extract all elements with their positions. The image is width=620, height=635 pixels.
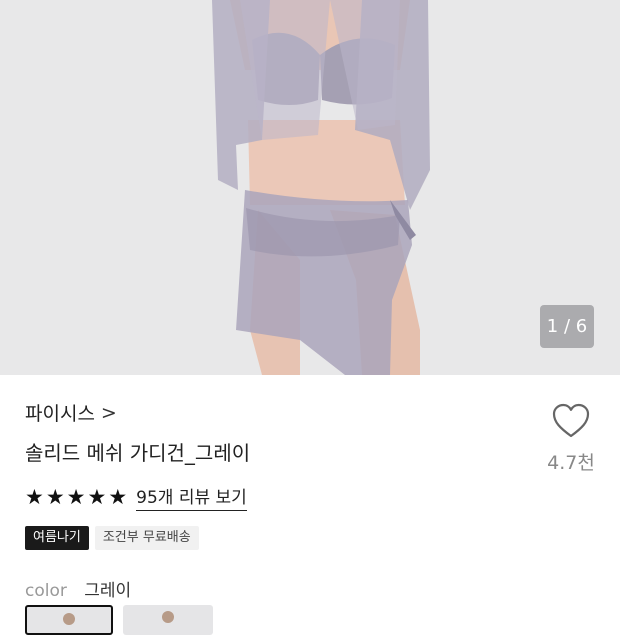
star-icon: ★ [66,484,86,509]
color-label: color [25,581,67,601]
brand-name: 파이시스 [25,403,95,425]
like-button[interactable] [540,403,602,443]
product-image[interactable]: 1 / 6 [0,0,620,375]
badge-row: 여름나기 조건부 무료배송 [25,526,199,550]
product-photo [0,0,620,375]
color-value: 그레이 [84,581,132,601]
brand-link[interactable]: 파이시스 > [25,399,117,426]
color-option: color 그레이 [25,576,131,601]
swatch-thumbnail [63,613,75,625]
star-icon: ★ [87,484,107,509]
chevron-right-icon: > [100,401,117,424]
swatch-thumbnail [162,611,174,623]
star-icon: ★ [25,484,44,509]
rating-stars: ★ ★ ★ ★ ★ [25,484,128,509]
review-link[interactable]: 95개 리뷰 보기 [136,483,247,511]
season-badge: 여름나기 [25,526,89,550]
shipping-badge: 조건부 무료배송 [94,526,199,550]
color-swatch[interactable] [123,605,213,635]
product-title: 솔리드 메쉬 가디건_그레이 [25,441,251,465]
star-icon: ★ [108,484,128,509]
color-swatch-selected[interactable] [25,605,113,635]
image-counter: 1 / 6 [540,305,594,348]
heart-outline-icon [552,403,590,438]
star-icon: ★ [45,484,65,509]
rating-row: ★ ★ ★ ★ ★ 95개 리뷰 보기 [25,483,247,511]
like-count: 4.7천 [547,452,595,474]
